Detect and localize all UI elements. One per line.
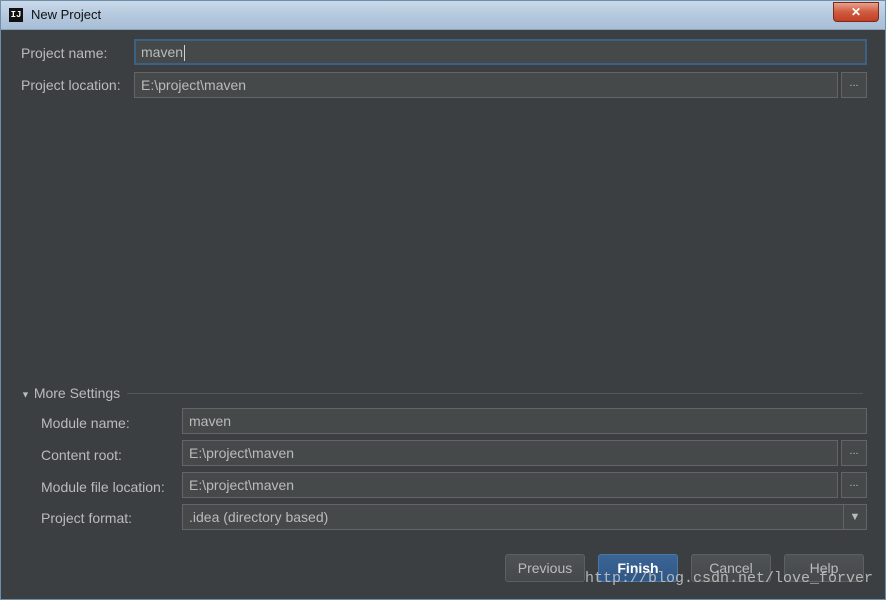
- project-name-label: Project name:: [21, 45, 108, 61]
- project-location-value: E:\project\maven: [141, 77, 247, 93]
- module-file-location-value: E:\project\maven: [189, 477, 295, 493]
- window-title: New Project: [31, 7, 102, 22]
- project-location-input[interactable]: E:\project\maven: [134, 72, 838, 98]
- project-name-input[interactable]: maven: [134, 39, 867, 65]
- content-root-browse-button[interactable]: ...: [841, 440, 867, 466]
- module-name-value: maven: [189, 413, 232, 429]
- close-button[interactable]: ✕: [833, 2, 879, 22]
- content-root-input[interactable]: E:\project\maven: [182, 440, 838, 466]
- section-divider: [127, 393, 863, 394]
- project-format-value: .idea (directory based): [189, 509, 329, 525]
- project-format-label: Project format:: [41, 510, 133, 526]
- content-root-value: E:\project\maven: [189, 445, 295, 461]
- text-caret: [184, 45, 186, 62]
- new-project-dialog: IJ New Project ✕ Project name: maven Pro…: [0, 0, 886, 600]
- content-root-label: Content root:: [41, 447, 122, 463]
- title-bar: IJ New Project ✕: [1, 1, 885, 30]
- module-file-location-browse-button[interactable]: ...: [841, 472, 867, 498]
- module-name-input[interactable]: maven: [182, 408, 867, 434]
- module-name-label: Module name:: [41, 415, 130, 431]
- project-location-browse-button[interactable]: ...: [841, 72, 867, 98]
- more-settings-toggle[interactable]: ▼ More Settings: [21, 385, 120, 401]
- dropdown-arrow-icon: ▼: [843, 505, 866, 529]
- previous-button[interactable]: Previous: [505, 554, 585, 582]
- project-format-select[interactable]: .idea (directory based) ▼: [182, 504, 867, 530]
- dialog-content: Project name: maven Project location: E:…: [1, 30, 885, 599]
- module-file-location-label: Module file location:: [41, 479, 165, 495]
- chevron-down-icon: ▼: [21, 389, 30, 400]
- project-name-value: maven: [141, 44, 184, 60]
- module-file-location-input[interactable]: E:\project\maven: [182, 472, 838, 498]
- project-location-label: Project location:: [21, 77, 121, 93]
- more-settings-label: More Settings: [33, 385, 121, 401]
- watermark-text: http://blog.csdn.net/love_forver: [584, 570, 873, 587]
- intellij-logo-icon: IJ: [9, 8, 23, 22]
